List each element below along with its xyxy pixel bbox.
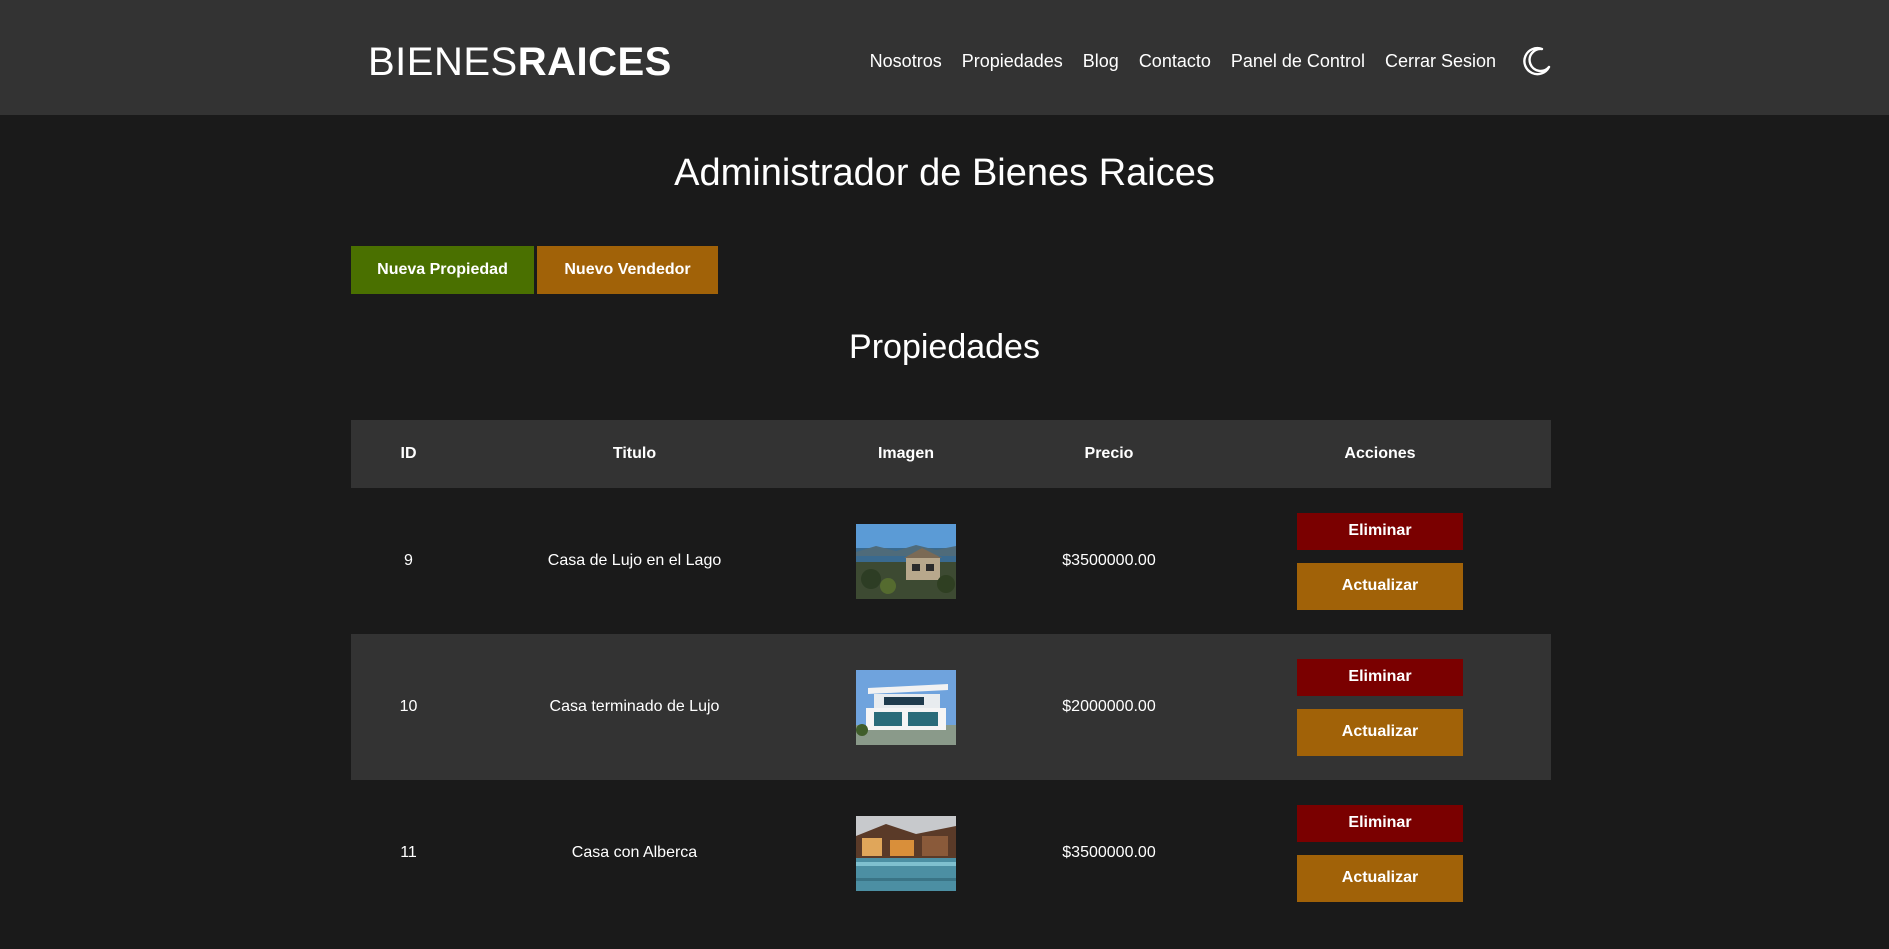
new-property-button[interactable]: Nueva Propiedad [351,246,534,294]
cell-price: $2000000.00 [1062,698,1156,715]
moon-icon[interactable] [1521,45,1553,77]
table-row: 9 Casa de Lujo en el Lago $3500000.00 El… [351,488,1551,634]
cell-title: Casa con Alberca [571,844,698,861]
site-header: BIENESRAICES Nosotros Propiedades Blog C… [0,0,1889,115]
properties-table: ID Titulo Imagen Precio Acciones 9 Casa … [351,420,1551,926]
nav-link-nosotros[interactable]: Nosotros [870,47,942,75]
nav-link-contacto[interactable]: Contacto [1139,47,1211,75]
cell-actions: Eliminar Actualizar [1209,658,1551,756]
cell-id: 10 [399,698,418,715]
new-seller-button[interactable]: Nuevo Vendedor [537,246,718,294]
column-header-acciones: Acciones [1344,445,1416,462]
nav-link-panel-de-control[interactable]: Panel de Control [1231,47,1365,75]
update-button[interactable]: Actualizar [1297,562,1463,610]
main-nav: Nosotros Propiedades Blog Contacto Panel… [870,47,1496,75]
cell-id: 11 [400,844,417,861]
cell-title: Casa de Lujo en el Lago [547,552,722,569]
row-actions: Eliminar Actualizar [1209,512,1551,610]
column-header-id: ID [400,445,417,462]
nav-link-cerrar-sesion[interactable]: Cerrar Sesion [1385,47,1496,75]
cell-title: Casa terminado de Lujo [549,698,720,715]
cell-actions: Eliminar Actualizar [1209,512,1551,610]
cell-actions: Eliminar Actualizar [1209,804,1551,902]
row-actions: Eliminar Actualizar [1209,804,1551,902]
delete-button[interactable]: Eliminar [1297,804,1463,842]
column-header-precio: Precio [1084,445,1134,462]
cell-id: 9 [404,552,413,569]
property-thumbnail [856,523,956,599]
cell-price: $3500000.00 [1062,552,1156,569]
update-button[interactable]: Actualizar [1297,708,1463,756]
site-logo[interactable]: BIENESRAICES [368,40,672,84]
column-header-titulo: Titulo [612,445,657,462]
cell-image [803,523,1009,599]
nav-link-blog[interactable]: Blog [1083,47,1119,75]
delete-button[interactable]: Eliminar [1297,658,1463,696]
cell-image [803,669,1009,745]
logo-bold-text: RAICES [517,40,672,84]
cell-image [803,815,1009,891]
logo-light-text: BIENES [368,40,518,84]
property-thumbnail [856,669,956,745]
table-row: 10 Casa terminado de Lujo $2000000.00 El… [351,634,1551,780]
table-header: ID Titulo Imagen Precio Acciones [351,420,1551,488]
column-header-imagen: Imagen [877,445,934,462]
property-thumbnail [856,815,956,891]
update-button[interactable]: Actualizar [1297,854,1463,902]
row-actions: Eliminar Actualizar [1209,658,1551,756]
table-row: 11 Casa con Alberca $3500000.00 Eliminar… [351,780,1551,926]
nav-link-propiedades[interactable]: Propiedades [962,47,1063,75]
section-title: Propiedades [849,328,1040,366]
cell-price: $3500000.00 [1062,844,1156,861]
delete-button[interactable]: Eliminar [1297,512,1463,550]
page-title: Administrador de Bienes Raices [674,152,1215,194]
